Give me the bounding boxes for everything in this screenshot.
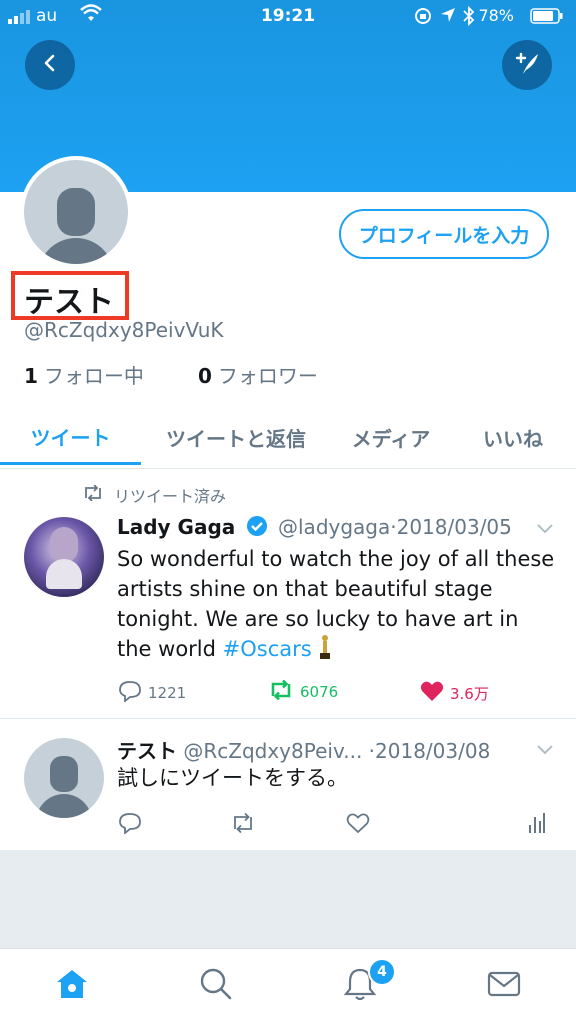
search-icon [199,967,233,1005]
tab-tweets-and-replies[interactable]: ツイートと返信 [150,410,322,465]
bluetooth-icon [463,5,475,31]
tweet-divider [0,718,576,719]
retweet-indicator: リツイート済み [82,483,226,507]
reply-icon [118,680,142,706]
compose-feather-icon [513,49,541,81]
like-button[interactable]: 3.6万 [420,680,489,706]
battery-percentage: 78% [478,6,514,25]
tweet-body: So wonderful to watch the joy of all the… [117,544,557,668]
tweet-text: 試しにツイートをする。 [117,766,348,790]
chevron-left-icon [40,53,60,77]
profile-handle: @RcZqdxy8PeivVuK [24,318,224,342]
tweet-author-handle[interactable]: @ladygaga [278,515,390,539]
tab-likes[interactable]: いいね [460,410,566,465]
rotation-lock-icon [414,7,432,30]
tab-media[interactable]: メディア [332,410,450,465]
location-icon [440,7,456,28]
analytics-icon[interactable] [528,812,546,838]
hashtag-link[interactable]: #Oscars [223,637,312,661]
tweet-date: ·2018/03/05 [390,515,512,539]
tweet-header: Lady Gaga @ladygaga·2018/03/05 [117,515,512,542]
verified-badge-icon [246,515,268,542]
messages-tab[interactable] [484,966,524,1006]
followers-count-link[interactable]: 0 フォロワー [198,360,318,389]
back-button[interactable] [25,40,75,90]
profile-name: テスト [24,285,114,320]
retweet-icon[interactable] [230,812,256,837]
retweet-icon [268,679,294,704]
status-bar: au 19:21 78% [0,0,576,34]
profile-tabs: ツイート ツイートと返信 メディア いいね [0,410,576,469]
followers-count: 0 [198,364,212,388]
mail-icon [487,970,521,1002]
reply-icon[interactable] [118,812,142,838]
timeline-empty-area [0,850,576,948]
heart-icon[interactable] [346,812,370,838]
tab-tweets[interactable]: ツイート [0,410,141,465]
tweet-header: テスト @RcZqdxy8Peiv... ·2018/03/08 [117,735,490,764]
tweet-author-name[interactable]: Lady Gaga [117,515,235,539]
edit-profile-button[interactable]: プロフィールを入力 [339,209,549,259]
retweet-icon [82,484,104,505]
reply-button[interactable]: 1221 [118,680,186,706]
tweet-author-avatar[interactable] [24,738,104,818]
battery-icon [530,8,564,29]
home-icon [55,968,89,1004]
notification-badge: 4 [368,958,396,986]
chevron-down-icon[interactable] [536,520,554,539]
following-label: フォロー中 [43,364,144,388]
reply-count: 1221 [148,684,187,702]
oscar-statuette-icon [318,634,332,668]
tweet-author-handle[interactable]: @RcZqdxy8Peiv... [183,739,362,763]
like-count: 3.6万 [450,684,489,703]
home-tab[interactable] [52,966,92,1006]
retweet-label: リツイート済み [114,487,227,506]
tweet-author-name[interactable]: テスト [117,739,177,763]
heart-icon [420,680,444,706]
following-count: 1 [24,364,38,388]
tweet-text: So wonderful to watch the joy of all the… [117,547,555,661]
following-count-link[interactable]: 1 フォロー中 [24,360,144,389]
retweet-count: 6076 [300,683,339,701]
chevron-down-icon[interactable] [536,741,554,760]
tweet-date: ·2018/03/08 [368,739,491,763]
compose-tweet-button[interactable] [502,40,552,90]
profile-avatar[interactable] [20,156,132,268]
tweet-author-avatar[interactable] [24,517,104,597]
retweet-button[interactable]: 6076 [268,679,339,704]
search-tab[interactable] [196,966,236,1006]
followers-label: フォロワー [217,364,318,388]
